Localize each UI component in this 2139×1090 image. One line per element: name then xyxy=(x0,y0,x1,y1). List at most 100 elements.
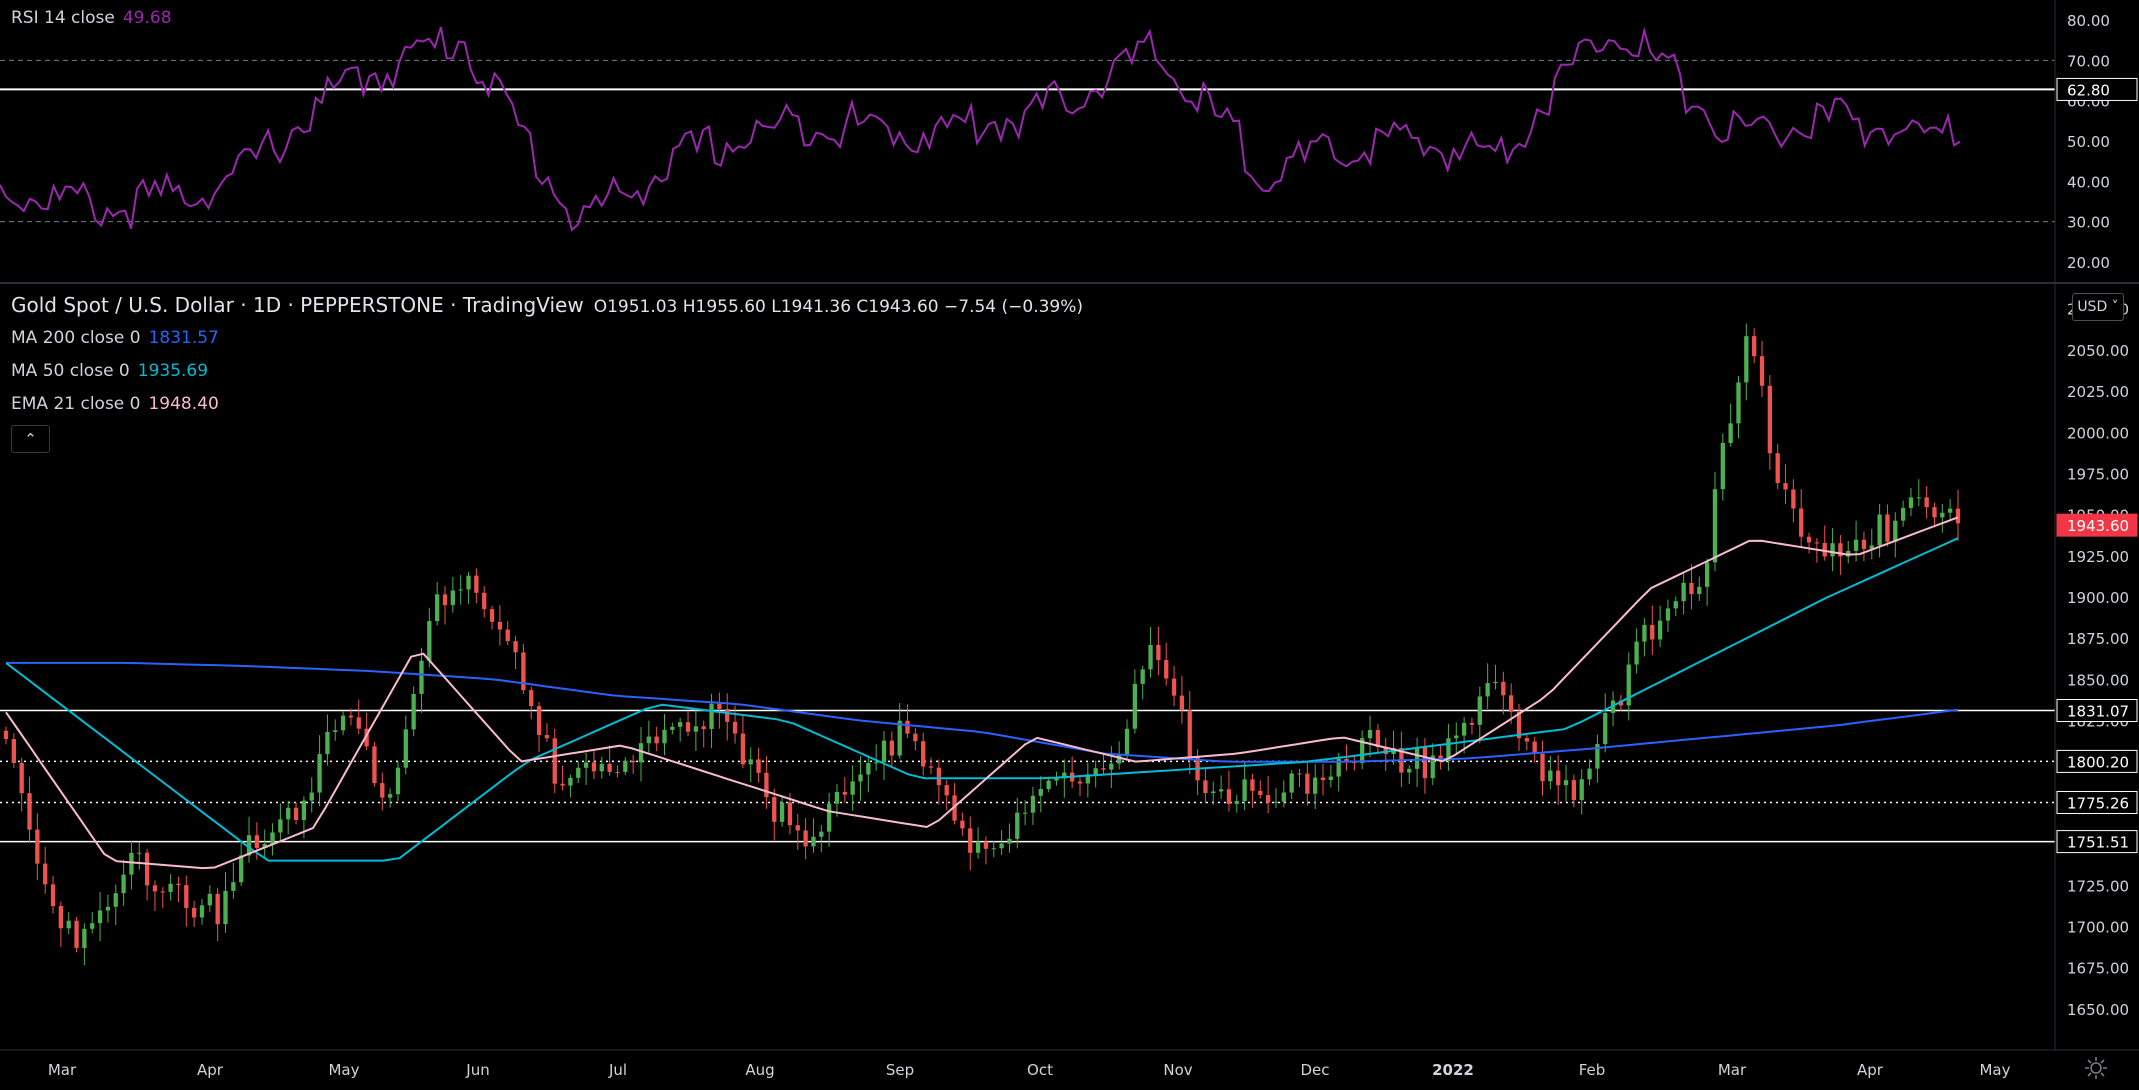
candle-body xyxy=(333,730,338,732)
candle-body xyxy=(50,884,56,907)
price-axis-tick: 2000.00 xyxy=(2067,424,2129,442)
candle-body xyxy=(1752,336,1757,357)
candle-body xyxy=(685,722,691,732)
candle-body xyxy=(239,855,244,883)
candle-body xyxy=(1093,768,1098,775)
candle-body xyxy=(207,893,212,906)
candle-body xyxy=(82,928,87,948)
candle-body xyxy=(1046,780,1051,789)
candle-body xyxy=(842,791,847,795)
candle-body xyxy=(27,793,32,830)
candle-body xyxy=(168,883,173,892)
ma50-value: 1935.69 xyxy=(137,361,209,381)
ma50-legend[interactable]: MA 50 close 0 1935.69 xyxy=(11,361,208,381)
candle-body xyxy=(693,726,699,732)
candle-body xyxy=(1140,669,1145,684)
candle-body xyxy=(317,754,322,793)
candle-body xyxy=(1814,542,1820,544)
rsi-axis-tick: 40.00 xyxy=(2067,173,2110,191)
candle-body xyxy=(160,891,165,893)
candle-body xyxy=(1548,770,1553,782)
ma200-label: MA 200 close 0 xyxy=(11,328,141,348)
candle-body xyxy=(764,772,769,798)
time-axis-label: Aug xyxy=(745,1061,774,1079)
candle-body xyxy=(1955,508,1961,524)
candle-body xyxy=(544,735,550,739)
candle-body xyxy=(1305,773,1310,794)
candle-body xyxy=(90,923,95,929)
price-axis-tick: 1675.00 xyxy=(2067,960,2129,978)
candle-body xyxy=(1642,624,1647,642)
candle-body xyxy=(1015,812,1020,839)
time-axis-label: May xyxy=(1979,1061,2010,1079)
candle-body xyxy=(1164,660,1169,679)
price-axis-tick: 1925.00 xyxy=(2067,548,2129,566)
candle-body xyxy=(819,831,824,837)
candle-body xyxy=(435,594,440,622)
candle-body xyxy=(419,660,424,694)
candle-body xyxy=(340,715,346,731)
candle-body xyxy=(58,906,64,929)
candle-body xyxy=(1861,539,1867,549)
symbol-title[interactable]: Gold Spot / U.S. Dollar · 1D · PEPPERSTO… xyxy=(11,293,584,317)
candle-body xyxy=(74,920,79,948)
ema21-legend[interactable]: EMA 21 close 0 1948.40 xyxy=(11,394,219,414)
price-axis-tick: 1850.00 xyxy=(2067,671,2129,689)
candle-body xyxy=(1532,741,1537,754)
candle-body xyxy=(1187,710,1192,758)
candle-body xyxy=(1791,489,1796,509)
candle-body xyxy=(1697,586,1702,595)
candle-body xyxy=(1940,512,1945,518)
candle-body xyxy=(1250,779,1255,791)
candle-body xyxy=(725,709,730,722)
candle-body xyxy=(1932,507,1937,518)
candle-body xyxy=(1509,695,1514,712)
candle-body xyxy=(66,920,71,929)
candle-body xyxy=(881,740,887,763)
price-axis-tick: 1875.00 xyxy=(2067,630,2129,648)
level-label: 1800.20 xyxy=(2067,753,2129,771)
candle-body xyxy=(1744,336,1749,383)
rsi-axis-tick: 20.00 xyxy=(2067,254,2110,272)
candle-body xyxy=(1712,489,1718,563)
candle-body xyxy=(137,852,142,854)
candle-body xyxy=(630,760,636,763)
candle-body xyxy=(670,726,675,730)
candle-body xyxy=(1258,790,1263,796)
candle-body xyxy=(944,785,949,796)
candle-body xyxy=(1893,520,1898,542)
candle-body xyxy=(1783,483,1788,490)
candle-body xyxy=(1556,770,1561,786)
candle-body xyxy=(223,890,228,925)
candle-body xyxy=(301,800,307,820)
candle-body xyxy=(662,729,667,744)
candle-body xyxy=(1297,773,1302,775)
candle-body xyxy=(889,740,895,756)
time-axis-label: Jun xyxy=(465,1061,489,1079)
candle-body xyxy=(1924,497,1929,508)
candle-body xyxy=(583,762,589,768)
candle-body xyxy=(1759,356,1765,386)
gear-icon[interactable] xyxy=(2084,1056,2108,1080)
candle-body xyxy=(176,883,181,886)
rsi-axis-tick: 30.00 xyxy=(2067,214,2110,232)
candle-body xyxy=(1313,777,1318,794)
candle-body xyxy=(1485,683,1490,697)
rsi-value: 49.68 xyxy=(122,8,172,28)
candle-body xyxy=(387,794,393,798)
candle-body xyxy=(858,774,863,782)
currency-button[interactable]: USD ˅ xyxy=(2072,293,2124,321)
last-price-label: 1943.60 xyxy=(2067,517,2129,535)
candle-body xyxy=(1030,795,1036,813)
candle-body xyxy=(1054,778,1059,781)
candle-body xyxy=(1407,768,1412,773)
collapse-legend-button[interactable]: ⌃ xyxy=(11,425,50,453)
candle-body xyxy=(152,885,158,892)
ma200-legend[interactable]: MA 200 close 0 1831.57 xyxy=(11,328,219,348)
rsi-marker-label: 62.80 xyxy=(2067,81,2110,99)
level-label: 1775.26 xyxy=(2067,794,2129,812)
time-axis-label: Nov xyxy=(1163,1061,1192,1079)
candle-body xyxy=(1916,497,1921,499)
price-axis-tick: 1650.00 xyxy=(2067,1001,2129,1019)
candle-body xyxy=(772,797,777,822)
